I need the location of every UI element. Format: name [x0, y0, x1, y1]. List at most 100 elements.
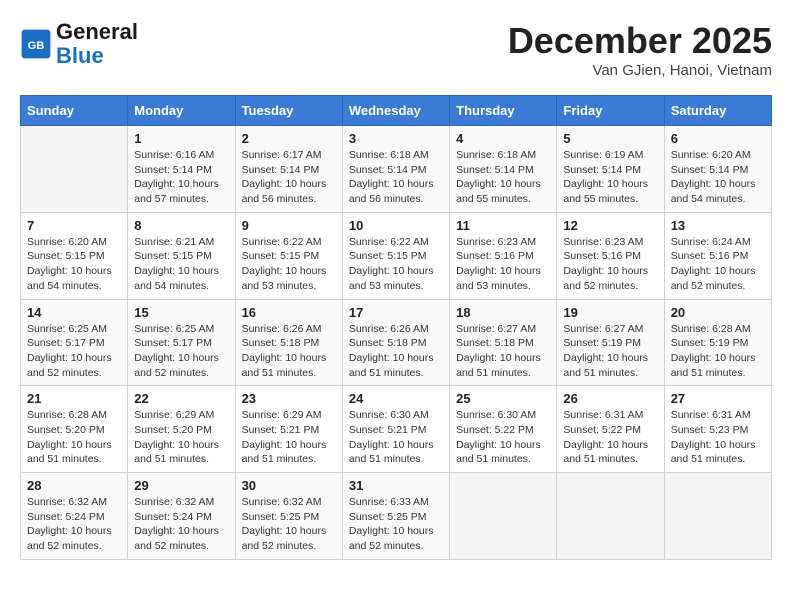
day-number: 28	[27, 478, 121, 493]
weekday-header-saturday: Saturday	[664, 96, 771, 126]
cell-info: Sunrise: 6:23 AM Sunset: 5:16 PM Dayligh…	[456, 235, 550, 294]
cell-info: Sunrise: 6:27 AM Sunset: 5:18 PM Dayligh…	[456, 322, 550, 381]
calendar-cell: 31 Sunrise: 6:33 AM Sunset: 5:25 PM Dayli…	[342, 473, 449, 560]
calendar-cell: 24 Sunrise: 6:30 AM Sunset: 5:21 PM Dayli…	[342, 386, 449, 473]
calendar-cell: 28 Sunrise: 6:32 AM Sunset: 5:24 PM Dayli…	[21, 473, 128, 560]
calendar-cell: 5 Sunrise: 6:19 AM Sunset: 5:14 PM Daylig…	[557, 126, 664, 213]
cell-info: Sunrise: 6:31 AM Sunset: 5:23 PM Dayligh…	[671, 408, 765, 467]
cell-info: Sunrise: 6:19 AM Sunset: 5:14 PM Dayligh…	[563, 148, 657, 207]
cell-info: Sunrise: 6:25 AM Sunset: 5:17 PM Dayligh…	[27, 322, 121, 381]
svg-text:GB: GB	[28, 40, 45, 52]
day-number: 11	[456, 218, 550, 233]
calendar-cell: 13 Sunrise: 6:24 AM Sunset: 5:16 PM Dayli…	[664, 212, 771, 299]
calendar-cell: 26 Sunrise: 6:31 AM Sunset: 5:22 PM Dayli…	[557, 386, 664, 473]
weekday-header-monday: Monday	[128, 96, 235, 126]
day-number: 18	[456, 305, 550, 320]
month-title: December 2025	[508, 20, 772, 62]
day-number: 6	[671, 131, 765, 146]
cell-info: Sunrise: 6:32 AM Sunset: 5:24 PM Dayligh…	[134, 495, 228, 554]
calendar-cell: 23 Sunrise: 6:29 AM Sunset: 5:21 PM Dayli…	[235, 386, 342, 473]
calendar-cell: 12Sunrise: 6:23 AM Sunset: 5:16 PM Dayli…	[557, 212, 664, 299]
day-number: 19	[563, 305, 657, 320]
week-row-3: 14Sunrise: 6:25 AM Sunset: 5:17 PM Dayli…	[21, 299, 772, 386]
calendar-cell: 19Sunrise: 6:27 AM Sunset: 5:19 PM Dayli…	[557, 299, 664, 386]
day-number: 20	[671, 305, 765, 320]
calendar-cell: 7Sunrise: 6:20 AM Sunset: 5:15 PM Daylig…	[21, 212, 128, 299]
calendar-cell	[664, 473, 771, 560]
weekday-header-tuesday: Tuesday	[235, 96, 342, 126]
day-number: 1	[134, 131, 228, 146]
calendar-cell: 8 Sunrise: 6:21 AM Sunset: 5:15 PM Daylig…	[128, 212, 235, 299]
calendar-cell: 15 Sunrise: 6:25 AM Sunset: 5:17 PM Dayli…	[128, 299, 235, 386]
week-row-5: 28 Sunrise: 6:32 AM Sunset: 5:24 PM Dayli…	[21, 473, 772, 560]
cell-info: Sunrise: 6:33 AM Sunset: 5:25 PM Dayligh…	[349, 495, 443, 554]
day-number: 5	[563, 131, 657, 146]
day-number: 26	[563, 391, 657, 406]
calendar-cell	[450, 473, 557, 560]
day-number: 4	[456, 131, 550, 146]
cell-info: Sunrise: 6:30 AM Sunset: 5:22 PM Dayligh…	[456, 408, 550, 467]
weekday-header-sunday: Sunday	[21, 96, 128, 126]
calendar-cell: 27 Sunrise: 6:31 AM Sunset: 5:23 PM Dayli…	[664, 386, 771, 473]
day-number: 10	[349, 218, 443, 233]
cell-info: Sunrise: 6:24 AM Sunset: 5:16 PM Dayligh…	[671, 235, 765, 294]
logo-text: GeneralBlue	[56, 20, 138, 68]
day-number: 29	[134, 478, 228, 493]
cell-info: Sunrise: 6:28 AM Sunset: 5:20 PM Dayligh…	[27, 408, 121, 467]
calendar-cell: 9 Sunrise: 6:22 AM Sunset: 5:15 PM Daylig…	[235, 212, 342, 299]
calendar-cell: 1 Sunrise: 6:16 AM Sunset: 5:14 PM Daylig…	[128, 126, 235, 213]
day-number: 25	[456, 391, 550, 406]
day-number: 23	[242, 391, 336, 406]
day-number: 17	[349, 305, 443, 320]
day-number: 24	[349, 391, 443, 406]
calendar-cell: 3Sunrise: 6:18 AM Sunset: 5:14 PM Daylig…	[342, 126, 449, 213]
day-number: 22	[134, 391, 228, 406]
day-number: 16	[242, 305, 336, 320]
title-area: December 2025 Van GJien, Hanoi, Vietnam	[508, 20, 772, 79]
calendar-table: SundayMondayTuesdayWednesdayThursdayFrid…	[20, 95, 772, 560]
day-number: 3	[349, 131, 443, 146]
location: Van GJien, Hanoi, Vietnam	[508, 62, 772, 79]
calendar-cell: 10 Sunrise: 6:22 AM Sunset: 5:15 PM Dayli…	[342, 212, 449, 299]
day-number: 9	[242, 218, 336, 233]
weekday-header-row: SundayMondayTuesdayWednesdayThursdayFrid…	[21, 96, 772, 126]
cell-info: Sunrise: 6:22 AM Sunset: 5:15 PM Dayligh…	[349, 235, 443, 294]
day-number: 30	[242, 478, 336, 493]
cell-info: Sunrise: 6:30 AM Sunset: 5:21 PM Dayligh…	[349, 408, 443, 467]
logo-icon: GB	[20, 28, 52, 60]
calendar-cell	[21, 126, 128, 213]
day-number: 31	[349, 478, 443, 493]
weekday-header-friday: Friday	[557, 96, 664, 126]
weekday-header-wednesday: Wednesday	[342, 96, 449, 126]
week-row-2: 7Sunrise: 6:20 AM Sunset: 5:15 PM Daylig…	[21, 212, 772, 299]
calendar-cell: 29 Sunrise: 6:32 AM Sunset: 5:24 PM Dayli…	[128, 473, 235, 560]
cell-info: Sunrise: 6:26 AM Sunset: 5:18 PM Dayligh…	[349, 322, 443, 381]
cell-info: Sunrise: 6:26 AM Sunset: 5:18 PM Dayligh…	[242, 322, 336, 381]
weekday-header-thursday: Thursday	[450, 96, 557, 126]
day-number: 21	[27, 391, 121, 406]
calendar-cell: 30 Sunrise: 6:32 AM Sunset: 5:25 PM Dayli…	[235, 473, 342, 560]
cell-info: Sunrise: 6:32 AM Sunset: 5:24 PM Dayligh…	[27, 495, 121, 554]
week-row-1: 1 Sunrise: 6:16 AM Sunset: 5:14 PM Daylig…	[21, 126, 772, 213]
day-number: 7	[27, 218, 121, 233]
cell-info: Sunrise: 6:31 AM Sunset: 5:22 PM Dayligh…	[563, 408, 657, 467]
day-number: 13	[671, 218, 765, 233]
cell-info: Sunrise: 6:28 AM Sunset: 5:19 PM Dayligh…	[671, 322, 765, 381]
cell-info: Sunrise: 6:16 AM Sunset: 5:14 PM Dayligh…	[134, 148, 228, 207]
calendar-cell: 4Sunrise: 6:18 AM Sunset: 5:14 PM Daylig…	[450, 126, 557, 213]
cell-info: Sunrise: 6:29 AM Sunset: 5:20 PM Dayligh…	[134, 408, 228, 467]
week-row-4: 21 Sunrise: 6:28 AM Sunset: 5:20 PM Dayli…	[21, 386, 772, 473]
day-number: 2	[242, 131, 336, 146]
day-number: 8	[134, 218, 228, 233]
cell-info: Sunrise: 6:22 AM Sunset: 5:15 PM Dayligh…	[242, 235, 336, 294]
cell-info: Sunrise: 6:25 AM Sunset: 5:17 PM Dayligh…	[134, 322, 228, 381]
calendar-cell: 22 Sunrise: 6:29 AM Sunset: 5:20 PM Dayli…	[128, 386, 235, 473]
cell-info: Sunrise: 6:32 AM Sunset: 5:25 PM Dayligh…	[242, 495, 336, 554]
day-number: 15	[134, 305, 228, 320]
calendar-cell: 21 Sunrise: 6:28 AM Sunset: 5:20 PM Dayli…	[21, 386, 128, 473]
day-number: 27	[671, 391, 765, 406]
cell-info: Sunrise: 6:29 AM Sunset: 5:21 PM Dayligh…	[242, 408, 336, 467]
cell-info: Sunrise: 6:21 AM Sunset: 5:15 PM Dayligh…	[134, 235, 228, 294]
calendar-cell: 20 Sunrise: 6:28 AM Sunset: 5:19 PM Dayli…	[664, 299, 771, 386]
calendar-cell: 17 Sunrise: 6:26 AM Sunset: 5:18 PM Dayli…	[342, 299, 449, 386]
